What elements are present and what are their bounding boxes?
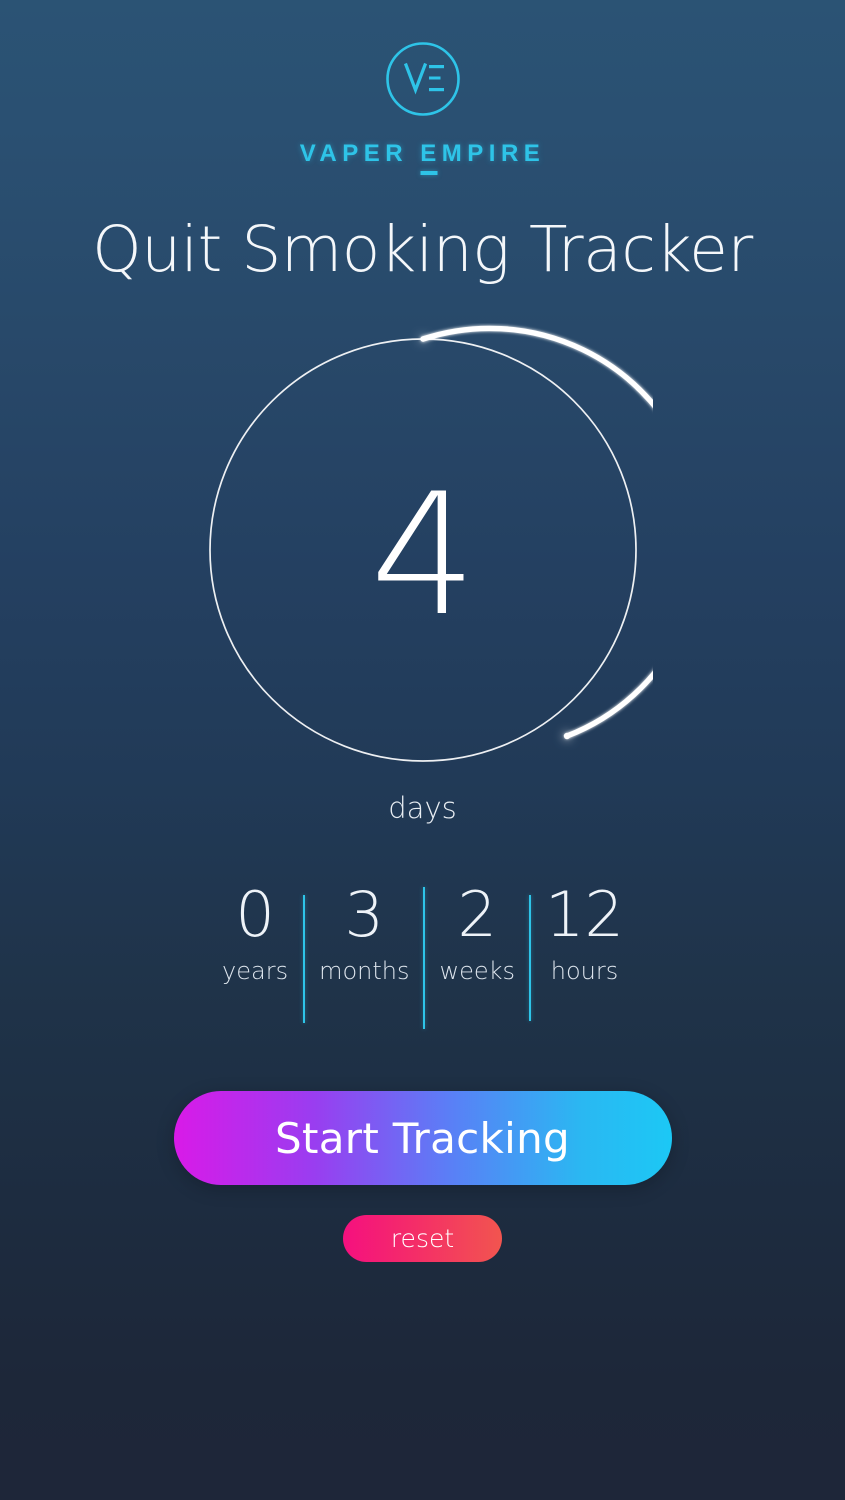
days-count-label: days [388, 791, 457, 825]
stat-weeks: 2 weeks [425, 883, 529, 983]
progress-ring: 4 [193, 323, 653, 778]
brand-underline-accent [420, 171, 437, 175]
brand-wordmark: VAPER EMPIRE [299, 140, 546, 175]
page-title: Quit Smoking Tracker [92, 213, 753, 286]
stat-label: months [319, 956, 410, 985]
brand-header: VAPER EMPIRE [299, 38, 546, 175]
reset-button[interactable]: reset [343, 1215, 502, 1262]
stat-label: weeks [439, 956, 516, 985]
days-count-value: 4 [370, 456, 477, 653]
brand-wordmark-text: VAPER EMPIRE [299, 140, 546, 167]
progress-ring-end-dot [563, 732, 570, 740]
stat-label: years [222, 956, 289, 985]
stat-label: hours [550, 956, 619, 985]
quit-smoking-tracker-screen: VAPER EMPIRE Quit Smoking Tracker 4 days… [0, 0, 845, 1500]
stat-hours: 12 hours [531, 883, 638, 983]
ve-monogram-circle-icon [382, 38, 464, 120]
progress-ring-start-dot [419, 336, 426, 342]
stat-value: 2 [457, 878, 497, 951]
stats-row: 0 years 3 months 2 weeks 12 hours [207, 883, 638, 1029]
stat-years: 0 years [207, 883, 303, 983]
stat-value: 0 [235, 878, 275, 951]
stat-months: 3 months [305, 883, 423, 983]
stat-value: 12 [545, 878, 624, 951]
stat-value: 3 [344, 878, 384, 951]
start-tracking-button[interactable]: Start Tracking [173, 1091, 672, 1185]
